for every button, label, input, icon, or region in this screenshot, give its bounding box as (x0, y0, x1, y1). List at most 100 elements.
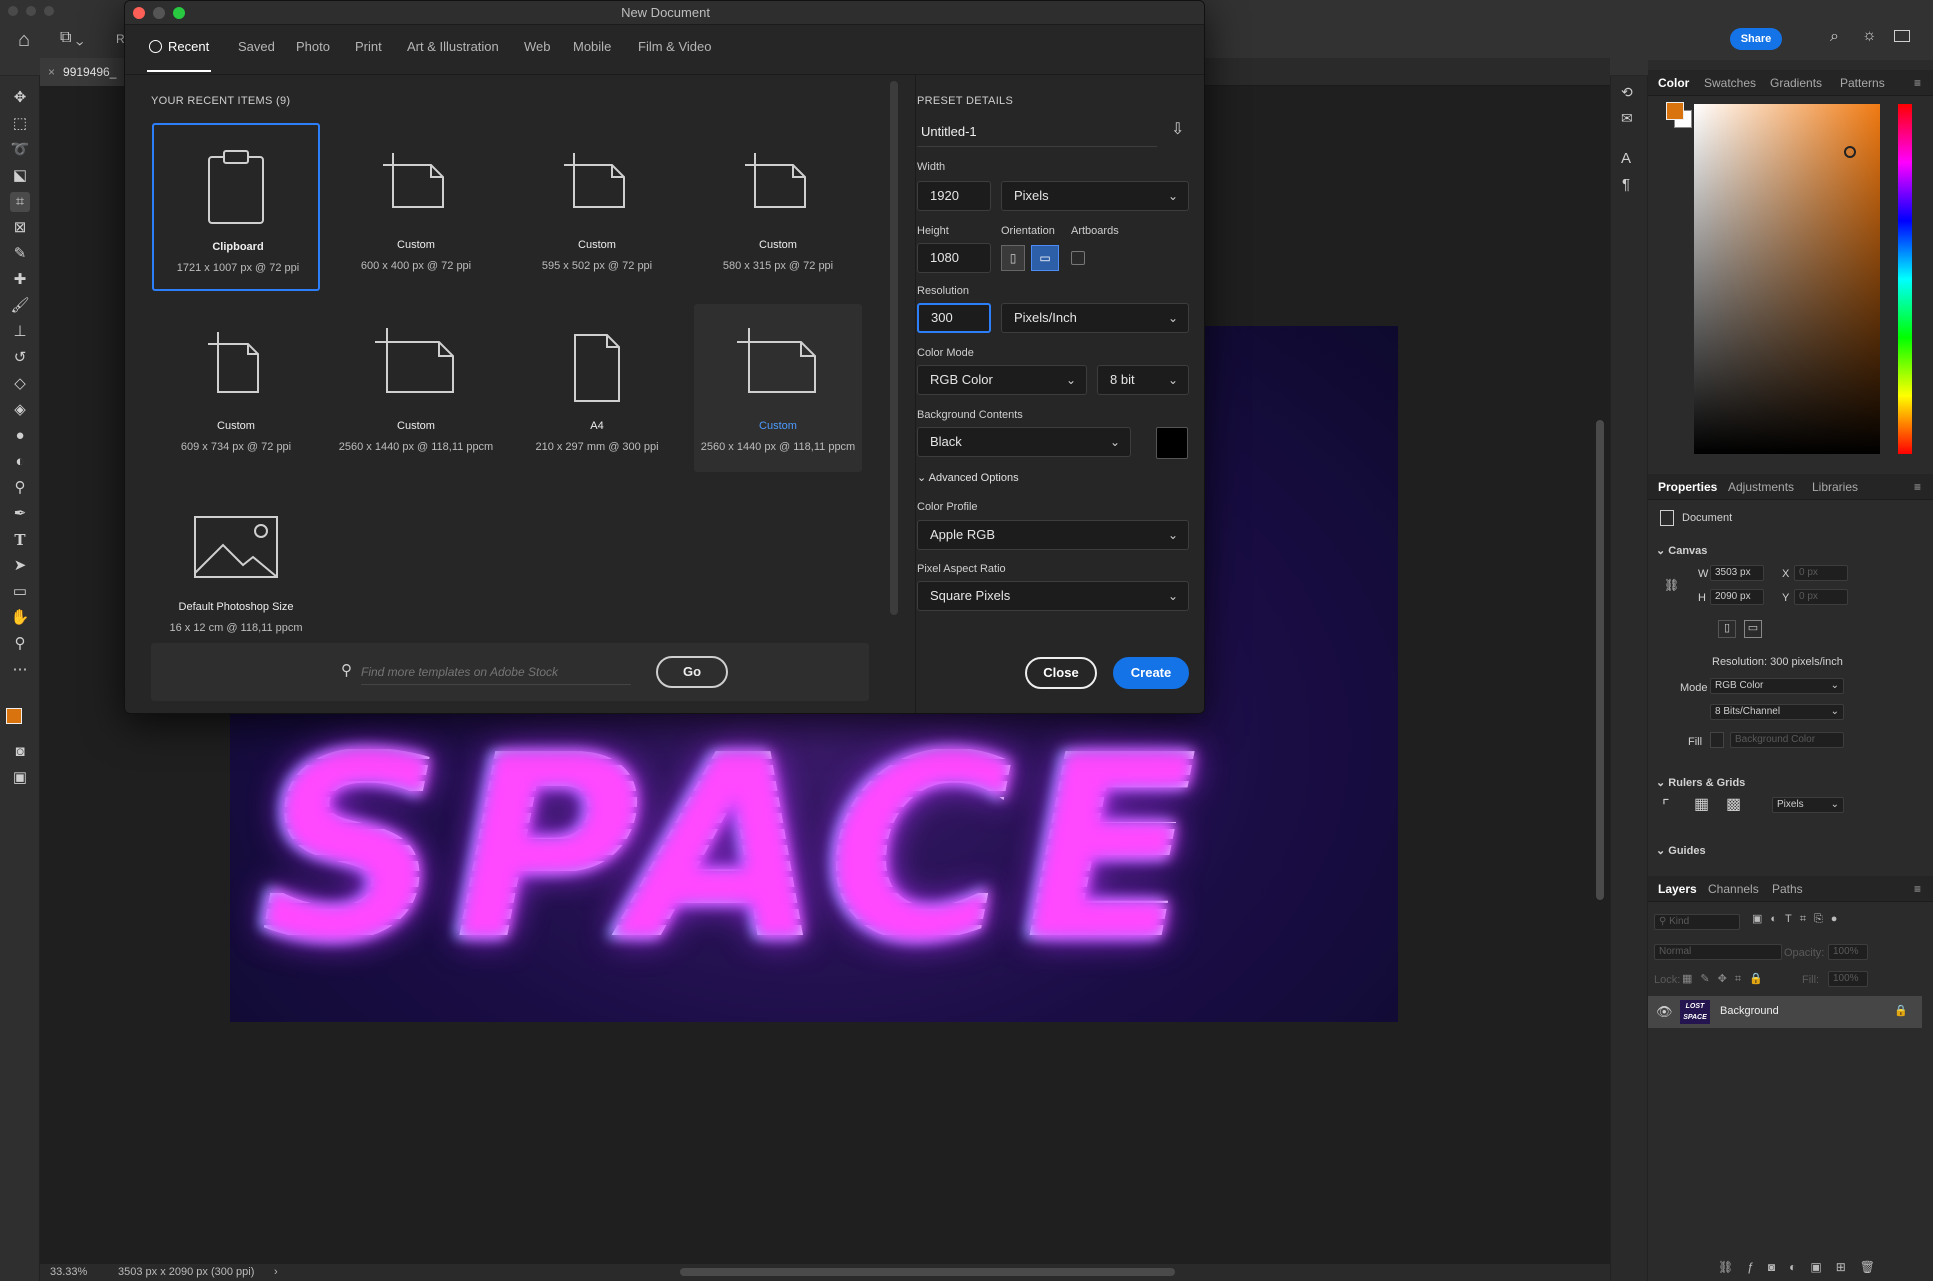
canvas-width-field[interactable]: 3503 px (1710, 565, 1764, 581)
rulers-unit-select[interactable]: Pixels ⌄ (1772, 797, 1844, 813)
screen-mode-icon[interactable]: ▣ (10, 768, 30, 788)
eyedropper-tool-icon[interactable]: ✎ (10, 244, 30, 264)
move-tool-icon[interactable]: ✥ (10, 88, 30, 108)
zoom-level[interactable]: 33.33% (50, 1264, 87, 1281)
tab-adjustments[interactable]: Adjustments (1728, 474, 1794, 500)
paragraph-panel-icon[interactable]: ¶ (1622, 176, 1630, 193)
tab-paths[interactable]: Paths (1772, 876, 1803, 902)
panel-menu-icon[interactable]: ≡ (1914, 70, 1921, 96)
share-button[interactable]: Share (1730, 28, 1782, 50)
dialog-zoom-dot[interactable] (173, 7, 185, 19)
home-icon[interactable]: ⌂ (18, 29, 30, 52)
tab-art-illustration[interactable]: Art & Illustration (407, 39, 499, 54)
quick-mask-icon[interactable]: ◙ (10, 742, 30, 762)
preset-name-field[interactable]: Untitled-1 (917, 117, 1157, 147)
lock-icons[interactable]: ▦✎✥⌗🔒 (1682, 972, 1771, 986)
recent-items-scrollbar[interactable] (890, 81, 898, 615)
eraser-tool-icon[interactable]: ◇ (10, 374, 30, 394)
status-chevron-icon[interactable]: › (274, 1264, 278, 1281)
object-selection-tool-icon[interactable]: ⬕ (10, 166, 30, 186)
pen-tool-icon[interactable]: ✒ (10, 504, 30, 524)
background-contents-select[interactable]: Black ⌄ (917, 427, 1131, 457)
tab-patterns[interactable]: Patterns (1840, 70, 1885, 96)
portrait-orientation-icon[interactable]: ▯ (1718, 620, 1736, 638)
clone-stamp-tool-icon[interactable]: ⊥ (10, 322, 30, 342)
fill-select[interactable]: Background Color (1730, 732, 1844, 748)
resolution-field[interactable]: 300 (917, 303, 991, 333)
frame-tool-icon[interactable]: ⊠ (10, 218, 30, 238)
tab-mobile[interactable]: Mobile (573, 39, 611, 54)
history-brush-tool-icon[interactable]: ↺ (10, 348, 30, 368)
dialog-close-dot[interactable] (133, 7, 145, 19)
tab-web[interactable]: Web (524, 39, 551, 54)
crop-tool-preset-icon[interactable]: ⧉ ⌄ (60, 29, 83, 47)
layer-kind-filter[interactable]: ⚲ Kind (1654, 914, 1740, 930)
opacity-field[interactable]: 100% (1828, 944, 1868, 960)
go-button[interactable]: Go (656, 656, 728, 688)
height-field[interactable]: 1080 (917, 243, 991, 273)
grid-icon[interactable]: ▦ (1694, 794, 1709, 814)
pixel-grid-icon[interactable]: ▩ (1726, 794, 1741, 814)
history-panel-icon[interactable]: ⟲ (1621, 84, 1633, 101)
resolution-unit-select[interactable]: Pixels/Inch ⌄ (1001, 303, 1189, 333)
recent-item-custom[interactable]: Custom 595 x 502 px @ 72 ppi (513, 123, 681, 291)
search-icon[interactable]: ⌕ (1830, 28, 1839, 46)
canvas-y-field[interactable]: 0 px (1794, 589, 1848, 605)
rectangle-tool-icon[interactable]: ▭ (10, 582, 30, 602)
tab-print[interactable]: Print (355, 39, 382, 54)
window-zoom-inactive[interactable] (44, 6, 54, 16)
document-tab[interactable]: × 9919496_ (40, 58, 130, 86)
panel-menu-icon[interactable]: ≡ (1914, 474, 1921, 500)
hue-slider[interactable] (1898, 104, 1912, 454)
recent-item-custom[interactable]: Custom 609 x 734 px @ 72 ppi (152, 304, 320, 472)
path-selection-tool-icon[interactable]: ➤ (10, 556, 30, 576)
ruler-icon[interactable]: ⌜ (1662, 796, 1670, 816)
tab-swatches[interactable]: Swatches (1704, 70, 1756, 96)
hand-tool-icon[interactable]: ✋ (10, 608, 30, 628)
vertical-scrollbar[interactable] (1596, 420, 1604, 900)
recent-item-custom[interactable]: Custom 580 x 315 px @ 72 ppi (694, 123, 862, 291)
save-preset-icon[interactable]: ⇩ (1171, 119, 1184, 139)
blend-mode-select[interactable]: Normal (1654, 944, 1782, 960)
color-profile-select[interactable]: Apple RGB ⌄ (917, 520, 1189, 550)
fill-swatch[interactable] (1710, 732, 1724, 748)
tab-libraries[interactable]: Libraries (1812, 474, 1858, 500)
paint-bucket-tool-icon[interactable]: ◈ (10, 400, 30, 420)
eye-visibility-icon[interactable]: 👁 (1656, 1004, 1673, 1020)
close-button[interactable]: Close (1025, 657, 1097, 689)
link-dimensions-icon[interactable]: ⛓ (1664, 578, 1679, 592)
bit-depth-select[interactable]: 8 bit ⌄ (1097, 365, 1189, 395)
canvas-section-header[interactable]: ⌄ Canvas (1656, 544, 1707, 557)
brush-tool-icon[interactable]: 🖌 (10, 296, 30, 316)
bit-depth-select[interactable]: 8 Bits/Channel ⌄ (1710, 704, 1844, 720)
portrait-orientation-button[interactable]: ▯ (1001, 245, 1025, 271)
canvas-x-field[interactable]: 0 px (1794, 565, 1848, 581)
stock-search-input[interactable] (361, 659, 631, 685)
horizontal-scrollbar[interactable] (680, 1268, 1175, 1276)
width-unit-select[interactable]: Pixels ⌄ (1001, 181, 1189, 211)
discover-lightbulb-icon[interactable]: ☼ (1862, 27, 1877, 45)
mode-select[interactable]: RGB Color ⌄ (1710, 678, 1844, 694)
landscape-orientation-icon[interactable]: ▭ (1744, 620, 1762, 638)
tab-layers[interactable]: Layers (1658, 876, 1697, 902)
recent-item-a4[interactable]: A4 210 x 297 mm @ 300 ppi (513, 304, 681, 472)
window-minimize-inactive[interactable] (26, 6, 36, 16)
character-panel-icon[interactable]: A (1621, 150, 1631, 167)
workspace-switcher-icon[interactable] (1894, 30, 1910, 42)
color-picker-handle[interactable] (1844, 146, 1856, 158)
tab-color[interactable]: Color (1658, 70, 1689, 96)
width-field[interactable]: 1920 (917, 181, 991, 211)
tab-channels[interactable]: Channels (1708, 876, 1759, 902)
tab-gradients[interactable]: Gradients (1770, 70, 1822, 96)
tab-photo[interactable]: Photo (296, 39, 330, 54)
recent-item-custom[interactable]: Custom 2560 x 1440 px @ 118,11 ppcm (332, 304, 500, 472)
foreground-color-swatch[interactable] (6, 708, 22, 724)
background-color-swatch[interactable] (1156, 427, 1188, 459)
dodge-tool-icon[interactable]: ◐ (10, 452, 30, 472)
healing-brush-tool-icon[interactable]: ✚ (10, 270, 30, 290)
canvas-height-field[interactable]: 2090 px (1710, 589, 1764, 605)
color-mode-select[interactable]: RGB Color ⌄ (917, 365, 1087, 395)
zoom-search-tool-icon[interactable]: ⚲ (10, 478, 30, 498)
marquee-tool-icon[interactable]: ⬚ (10, 114, 30, 134)
tab-recent[interactable]: Recent (149, 39, 209, 54)
